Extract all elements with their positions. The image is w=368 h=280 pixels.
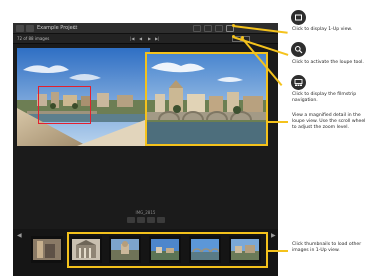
filmstrip-icon <box>291 75 306 90</box>
sync-icon[interactable]: ↻ <box>73 24 77 33</box>
star-3[interactable] <box>147 217 155 223</box>
filmstrip-next-arrow[interactable]: ▶ <box>271 232 276 240</box>
image-filename: IMG_2815 <box>135 210 156 215</box>
sidebar-toggle-button[interactable] <box>16 25 24 32</box>
loupe-view[interactable] <box>145 52 268 146</box>
callout-filmstrip: Click to display the filmstrip navigatio… <box>292 92 357 103</box>
project-icon <box>26 25 34 32</box>
next-image-button[interactable]: ▶ <box>148 35 151 43</box>
toolbar-button[interactable] <box>215 25 223 32</box>
zoom-area-indicator[interactable] <box>38 86 91 124</box>
main-image[interactable] <box>17 48 150 146</box>
rating-stars[interactable] <box>127 217 165 223</box>
image-count: 72 of 88 images <box>17 36 50 41</box>
toolbar-button[interactable] <box>193 25 201 32</box>
prev-image-button[interactable]: ◀ <box>139 35 142 43</box>
last-image-button[interactable]: ▶| <box>155 35 159 43</box>
star-4[interactable] <box>157 217 165 223</box>
toolbar-button[interactable] <box>204 25 212 32</box>
callout-one-up: Click to display 1-Up view. <box>292 27 353 32</box>
single-frame-icon <box>291 10 306 25</box>
filmstrip-highlight <box>67 232 268 268</box>
star-2[interactable] <box>137 217 145 223</box>
callout-line <box>268 121 288 123</box>
loupe-photo <box>147 54 266 144</box>
filmstrip-prev-arrow[interactable]: ◀ <box>17 232 22 240</box>
callout-loupe-detail: View a magnified detail in the loupe vie… <box>292 113 366 130</box>
callout-thumbnails: Click thumbnails to load other images in… <box>292 242 362 253</box>
magnifier-icon <box>291 42 306 57</box>
callout-line <box>268 250 288 252</box>
star-1[interactable] <box>127 217 135 223</box>
first-image-button[interactable]: |◀ <box>130 35 134 43</box>
thumbnail[interactable] <box>31 236 63 263</box>
callout-loupe-tool: Click to activate the loupe tool. <box>292 60 364 65</box>
project-title: Example Project <box>37 25 78 31</box>
